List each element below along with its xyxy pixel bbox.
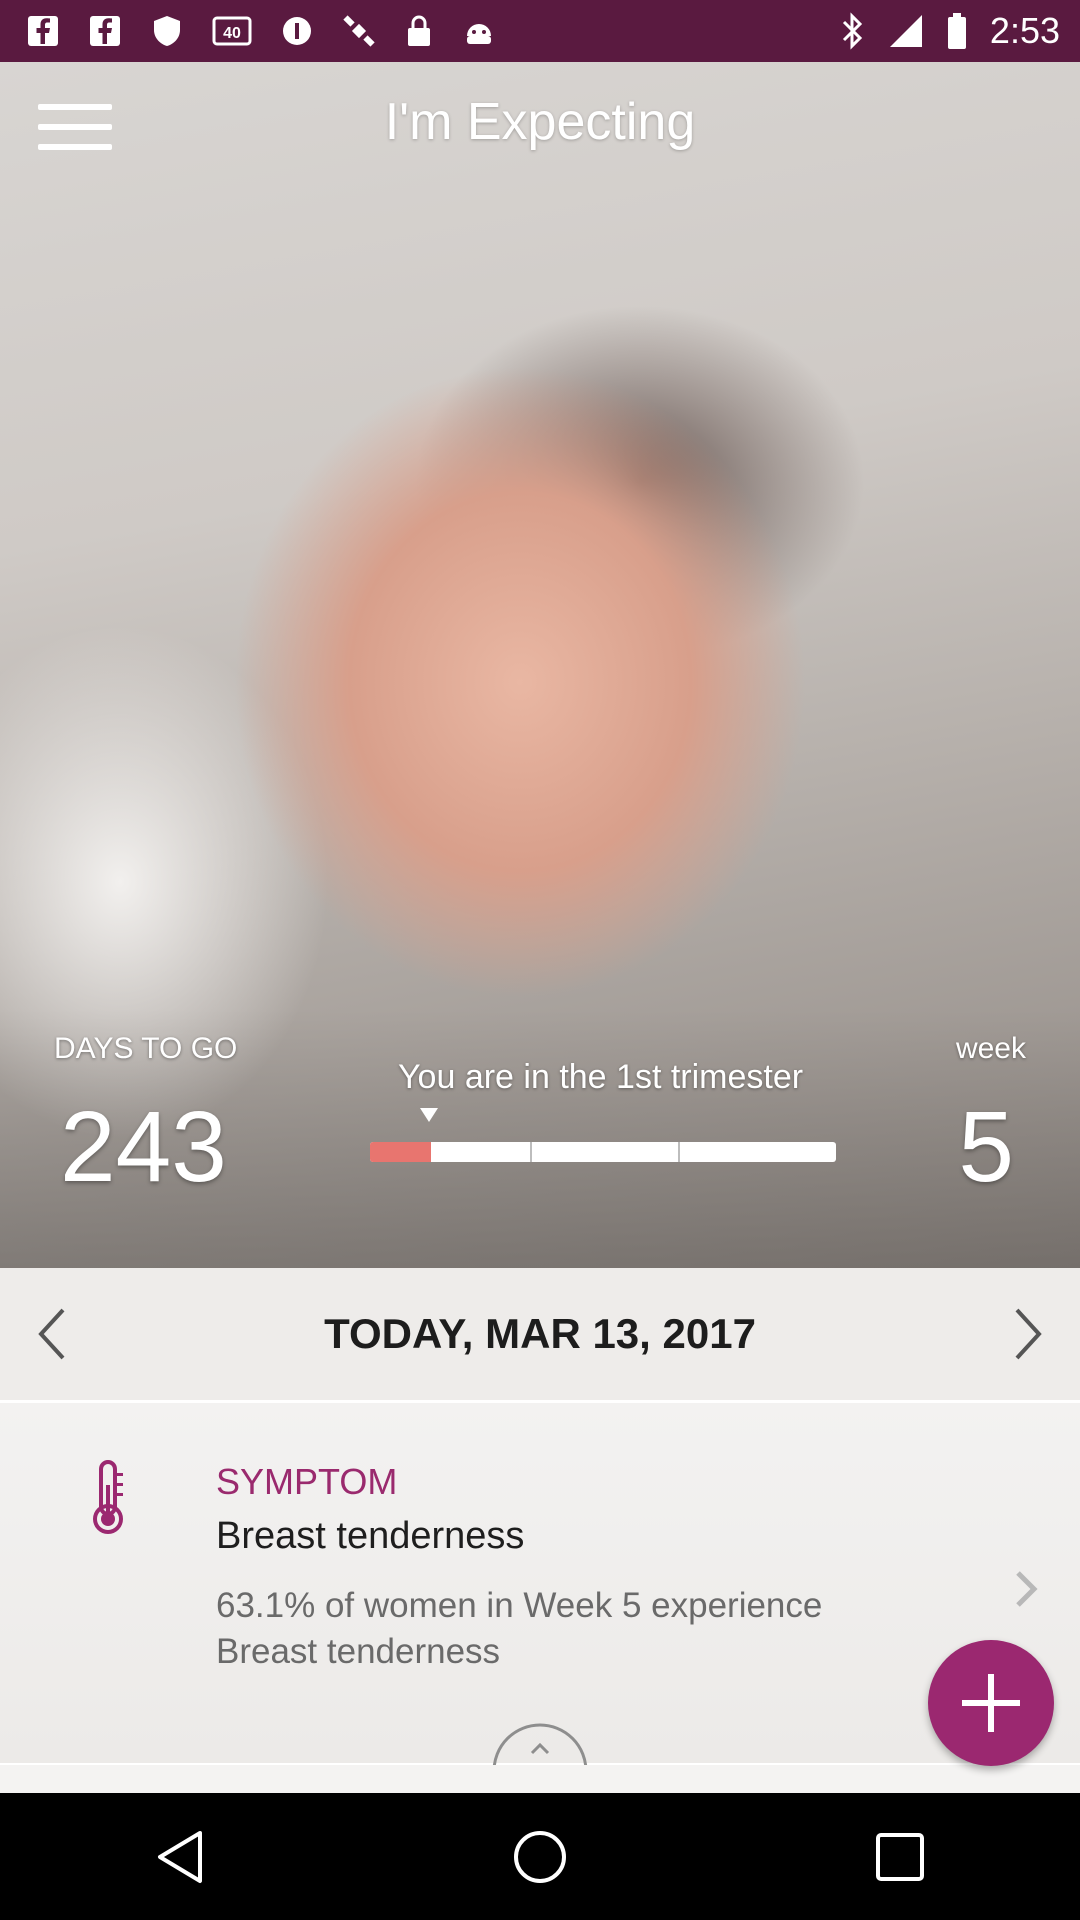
status-bar: 40 2:53: [0, 0, 1080, 62]
symptom-heading: SYMPTOM: [216, 1461, 398, 1502]
bluetooth-icon: [842, 12, 863, 50]
pregnancy-progress-bar: [370, 1142, 836, 1162]
facebook-icon: [28, 16, 58, 46]
symptom-description: 63.1% of women in Week 5 experience Brea…: [216, 1586, 823, 1671]
days-to-go-value: 243: [60, 1091, 227, 1203]
progress-marker-icon: [420, 1108, 438, 1122]
trimester-divider: [678, 1142, 680, 1162]
home-icon[interactable]: [480, 1807, 600, 1907]
page-title: I'm Expecting: [384, 93, 696, 151]
lte-icon: 40: [212, 16, 252, 46]
system-navigation-bar: [0, 1793, 1080, 1920]
status-icons-left: 40: [26, 14, 496, 48]
days-to-go-label: DAYS TO GO: [54, 1032, 238, 1065]
chevron-right-icon[interactable]: [982, 1268, 1072, 1400]
battery-icon: [947, 13, 966, 49]
shield-icon: [154, 16, 180, 46]
chevron-right-icon[interactable]: [1006, 1559, 1046, 1619]
back-icon[interactable]: [120, 1807, 240, 1907]
recents-icon[interactable]: [840, 1807, 960, 1907]
facebook-icon: [90, 16, 120, 46]
symptom-card[interactable]: SYMPTOM Breast tenderness 63.1% of women…: [0, 1403, 1080, 1765]
info-icon: [283, 17, 311, 45]
progress-fill: [370, 1142, 431, 1162]
content-strip: [0, 1765, 1080, 1793]
svg-text:40: 40: [223, 25, 241, 42]
week-label: week: [955, 1032, 1026, 1065]
signal-icon: [889, 15, 922, 47]
date-navigation: TODAY, MAR 13, 2017: [0, 1268, 1080, 1403]
lock-icon: [408, 15, 430, 46]
symptom-name: Breast tenderness: [216, 1515, 525, 1557]
trimester-text: You are in the 1st trimester: [398, 1058, 804, 1096]
satellite-icon: [343, 15, 375, 47]
add-button[interactable]: [928, 1640, 1054, 1766]
week-value: 5: [958, 1091, 1014, 1203]
thermometer-icon: [93, 1460, 123, 1534]
current-date: TODAY, MAR 13, 2017: [324, 1310, 756, 1357]
status-icons-right: 2:53: [838, 0, 1060, 62]
android-icon: [467, 24, 491, 44]
plus-icon: [962, 1674, 1020, 1732]
trimester-divider: [530, 1142, 532, 1162]
expand-up-icon[interactable]: [490, 1713, 590, 1765]
status-time: 2:53: [989, 10, 1060, 51]
chevron-left-icon[interactable]: [8, 1268, 98, 1400]
